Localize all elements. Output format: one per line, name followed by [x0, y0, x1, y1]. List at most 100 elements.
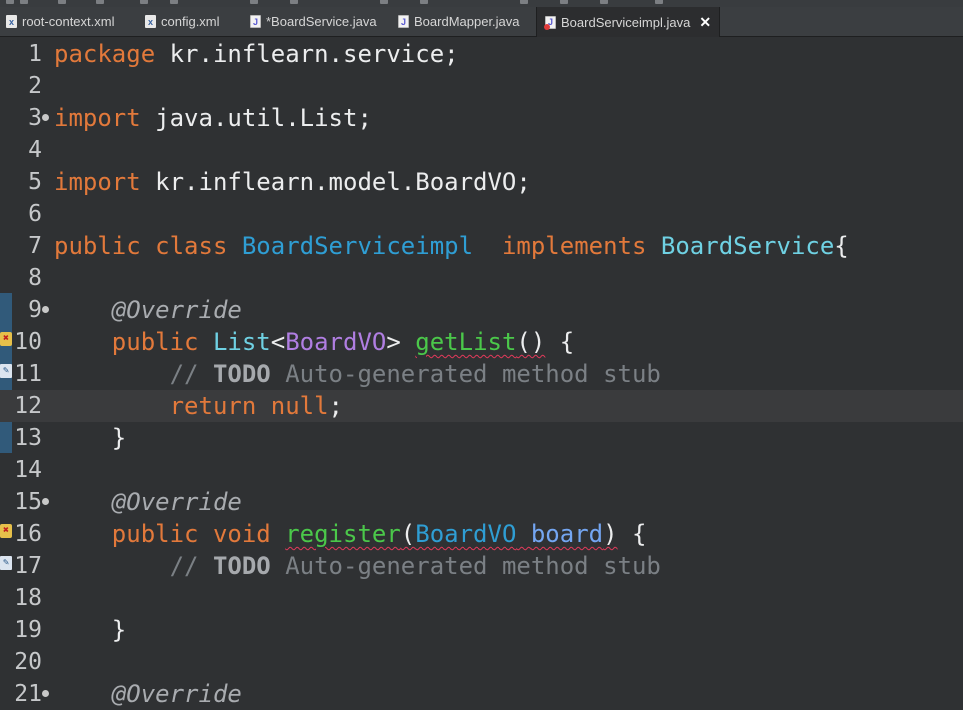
close-icon[interactable]: ✕ — [699, 14, 711, 31]
fold-toggle-icon[interactable] — [42, 306, 49, 313]
toolbar-icon[interactable] — [6, 0, 14, 4]
tab-board-mapper[interactable]: J BoardMapper.java — [398, 7, 520, 36]
toolbar-icon[interactable] — [140, 0, 148, 4]
code-line[interactable]: 15 @Override — [0, 486, 963, 518]
toolbar-icon[interactable] — [96, 0, 104, 4]
toolbar-icon[interactable] — [560, 0, 568, 4]
toolbar-icon[interactable] — [420, 0, 428, 4]
code-text: @Override — [54, 294, 242, 326]
tab-board-service[interactable]: J *BoardService.java — [250, 7, 377, 36]
toolbar-icon[interactable] — [58, 0, 66, 4]
line-number: 8 — [28, 265, 42, 291]
code-text: } — [54, 422, 126, 454]
code-line[interactable]: 19 } — [0, 614, 963, 646]
toolbar-icon[interactable] — [380, 0, 388, 4]
line-number: 4 — [28, 137, 42, 163]
code-line[interactable]: 16 ✖ public void register(BoardVO board) … — [0, 518, 963, 550]
code-token: BoardServiceimpl — [241, 232, 474, 260]
code-token: public — [54, 232, 141, 260]
code-text: public List<BoardVO> getList() { — [54, 326, 574, 358]
code-token: > — [386, 328, 416, 356]
code-line[interactable]: 2 — [0, 70, 963, 102]
code-token: < — [270, 328, 286, 356]
code-token: import — [54, 104, 141, 132]
tab-board-service-impl[interactable]: J BoardServiceimpl.java ✕ — [536, 7, 721, 37]
code-line[interactable]: 17 ✎ // TODO Auto-generated method stub — [0, 550, 963, 582]
code-line[interactable]: 9 @Override — [0, 294, 963, 326]
tab-label: config.xml — [161, 14, 220, 29]
fold-toggle-icon[interactable] — [42, 498, 49, 505]
code-token: TODO — [212, 552, 271, 580]
line-number: 13 — [14, 425, 42, 451]
code-editor[interactable]: 1 package kr.inflearn.service; 2 3 import ja… — [0, 37, 963, 708]
line-number: 19 — [14, 617, 42, 643]
code-token: class — [155, 232, 228, 260]
code-line[interactable]: 18 — [0, 582, 963, 614]
code-text: public void register(BoardVO board) { — [54, 518, 647, 550]
code-line[interactable]: 21 @Override — [0, 678, 963, 710]
task-marker-icon[interactable]: ✎ — [0, 364, 12, 378]
code-token: { — [617, 520, 647, 548]
code-line[interactable]: 5 import kr.inflearn.model.BoardVO; — [0, 166, 963, 198]
error-marker-icon[interactable]: ✖ — [0, 332, 12, 346]
code-line[interactable]: 13 } — [0, 422, 963, 454]
code-line[interactable]: 3 import java.util.List; — [0, 102, 963, 134]
code-text: import kr.inflearn.model.BoardVO; — [54, 166, 531, 198]
code-token: import — [54, 168, 141, 196]
code-text: @Override — [54, 678, 242, 710]
tab-label: root-context.xml — [22, 14, 115, 29]
code-text: public class BoardServiceimpl implements… — [54, 230, 849, 262]
xml-file-icon: x — [145, 15, 156, 28]
code-line[interactable]: 20 — [0, 646, 963, 678]
toolbar-icon[interactable] — [520, 0, 528, 4]
toolbar-icon[interactable] — [170, 0, 178, 4]
code-text: return null; — [54, 390, 343, 422]
line-number: 12 — [14, 393, 42, 419]
code-text: // TODO Auto-generated method stub — [54, 550, 661, 582]
error-marker-icon[interactable]: ✖ — [0, 524, 12, 538]
toolbar-icon[interactable] — [290, 0, 298, 4]
code-token: // — [169, 552, 213, 580]
code-token: BoardVO — [415, 520, 517, 548]
toolbar-icon[interactable] — [250, 0, 258, 4]
code-token: public — [111, 328, 199, 356]
code-token: BoardVO — [285, 328, 387, 356]
tab-config[interactable]: x config.xml — [145, 7, 220, 36]
code-token: ( — [400, 520, 416, 548]
fold-toggle-icon[interactable] — [42, 690, 49, 697]
tab-root-context[interactable]: x root-context.xml — [6, 7, 114, 36]
fold-toggle-icon[interactable] — [42, 114, 49, 121]
toolbar-icon[interactable] — [655, 0, 663, 4]
code-line[interactable]: 1 package kr.inflearn.service; — [0, 38, 963, 70]
line-number: 3 — [28, 105, 42, 131]
code-token: java.util.List; — [140, 104, 372, 132]
code-token: return — [169, 392, 257, 420]
code-token: ; — [328, 392, 343, 420]
task-marker-icon[interactable]: ✎ — [0, 556, 12, 570]
code-token: BoardService — [660, 232, 835, 260]
code-text: } — [54, 614, 126, 646]
toolbar-icon[interactable] — [20, 0, 28, 4]
java-file-icon: J — [398, 15, 409, 28]
code-line[interactable]: 10 ✖ public List<BoardVO> getList() { — [0, 326, 963, 358]
code-line[interactable]: 11 ✎ // TODO Auto-generated method stub — [0, 358, 963, 390]
line-number: 9 — [28, 297, 42, 323]
line-number: 5 — [28, 169, 42, 195]
code-token: public — [111, 520, 199, 548]
code-line[interactable]: 7 public class BoardServiceimpl implement… — [0, 230, 963, 262]
toolbar-icon[interactable] — [600, 0, 608, 4]
code-line[interactable]: 8 — [0, 262, 963, 294]
code-line[interactable]: 14 — [0, 454, 963, 486]
code-line[interactable]: 12 return null; — [0, 390, 963, 422]
line-number: 20 — [14, 649, 42, 675]
code-token: () — [516, 328, 546, 356]
code-line[interactable]: 6 — [0, 198, 963, 230]
code-token: List — [212, 328, 271, 356]
code-line[interactable]: 4 — [0, 134, 963, 166]
